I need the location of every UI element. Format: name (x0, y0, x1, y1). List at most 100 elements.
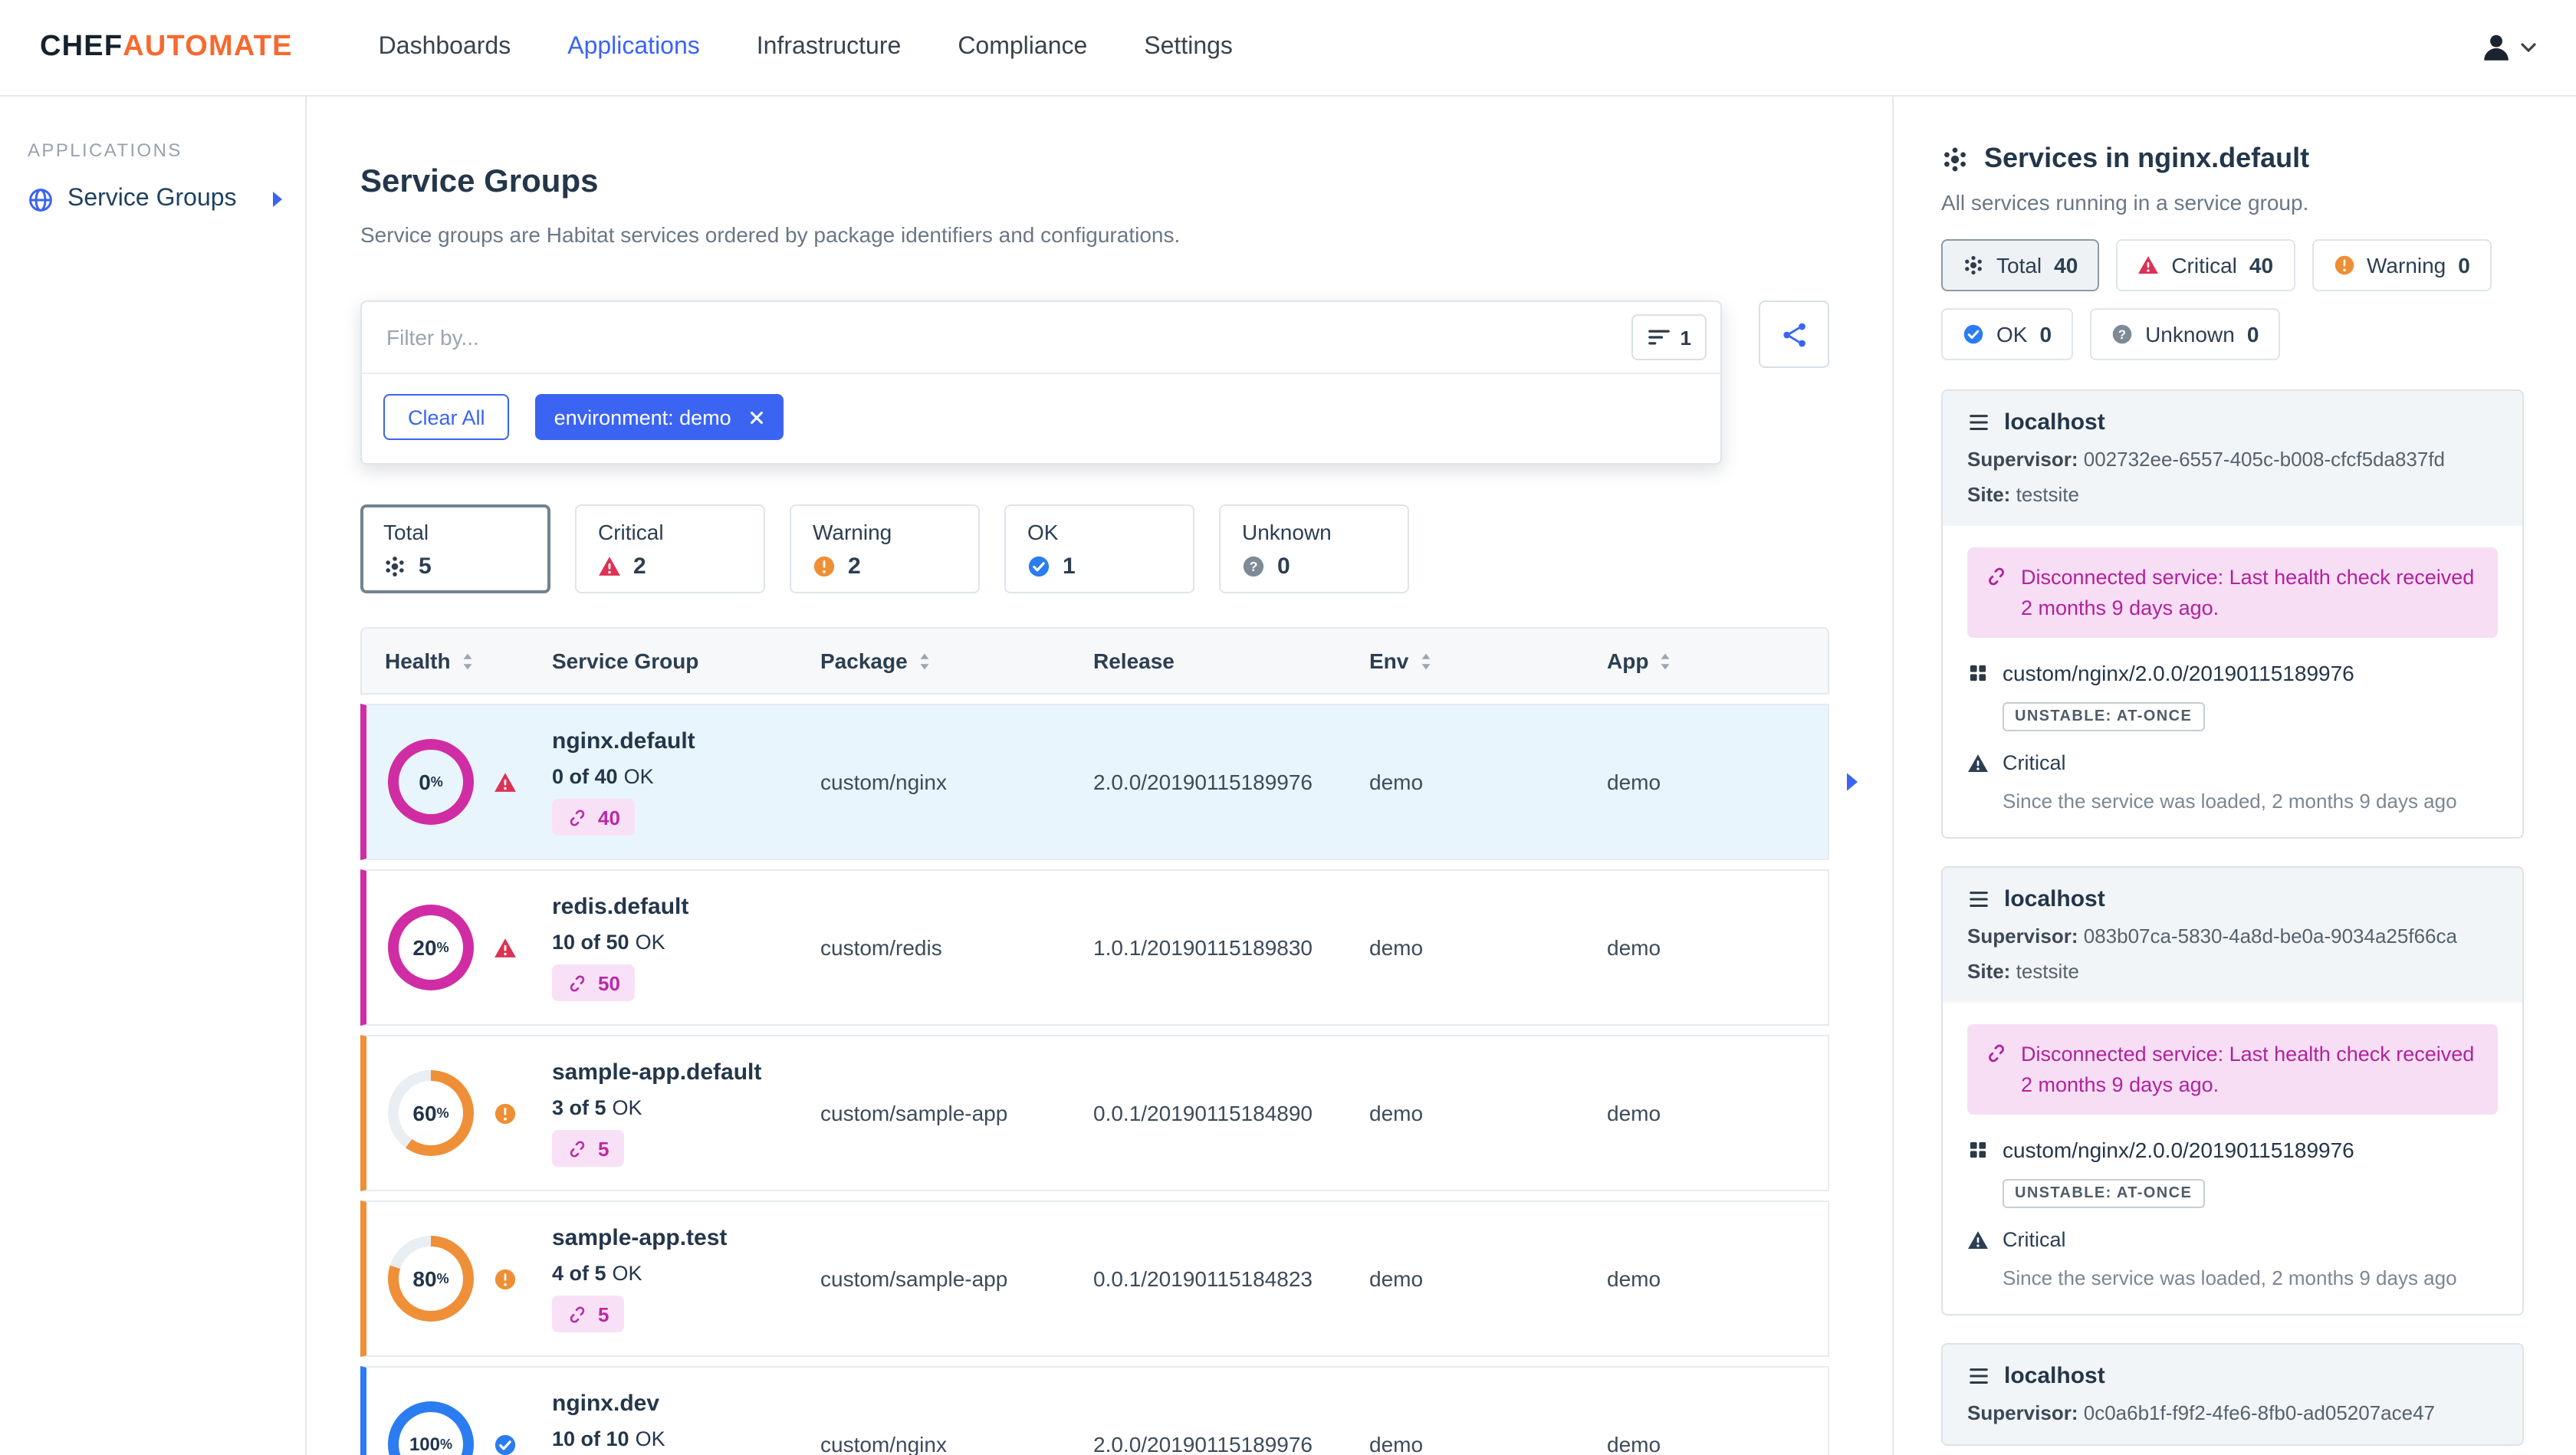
service-group-cell: redis.default 10 of 50 OK 50 (552, 894, 820, 1002)
status-card-label: Critical (598, 519, 664, 544)
health-cell: 20% (366, 905, 552, 991)
service-card: localhost Supervisor: 083b07ca-5830-4a8d… (1941, 866, 2524, 1316)
column-header: Service Group (552, 649, 820, 673)
service-status-pill[interactable]: Unknown 0 (2090, 308, 2281, 360)
health-percent: 20 (412, 935, 437, 961)
status-icon (1242, 554, 1265, 577)
logo-chef: CHEF (40, 31, 123, 63)
row-status-icon (494, 1102, 517, 1125)
ok-count: 10 of 50 OK (552, 931, 665, 954)
status-icon (383, 554, 406, 577)
status-icon (2111, 324, 2133, 345)
package-ident: custom/nginx/2.0.0/20190115189976 (2003, 661, 2354, 686)
clear-all-button[interactable]: Clear All (383, 394, 510, 441)
service-status-pill[interactable]: Critical 40 (2116, 239, 2295, 291)
ok-count: 4 of 5 OK (552, 1262, 642, 1286)
service-status-pill[interactable]: OK 0 (1941, 308, 2074, 360)
panel-title: Services in nginx.default (1941, 143, 2524, 175)
status-filter-cards: Total 5 Critical 2 Warning 2 OK 1 Unknow… (360, 504, 1892, 594)
health-cell: 0% (366, 739, 552, 826)
pill-count: 0 (2246, 322, 2259, 347)
service-group-row[interactable]: 0% nginx.default 0 of 40 OK 40 custom/ngi… (360, 704, 1829, 861)
broken-link-icon (1986, 566, 2007, 587)
share-button[interactable] (1759, 301, 1829, 369)
services-panel: Services in nginx.default All services r… (1894, 97, 2576, 1455)
sort-icon[interactable] (462, 651, 474, 671)
filter-chips: environment: demo (510, 394, 784, 441)
service-group-cell: sample-app.default 3 of 5 OK 5 (552, 1059, 820, 1168)
service-status-row: Critical (1967, 1229, 2498, 1252)
service-status-pill[interactable]: Total 40 (1941, 239, 2100, 291)
column-header-label: Service Group (552, 649, 699, 674)
nav-item[interactable]: Applications (567, 34, 700, 61)
filter-input-row: 1 (362, 302, 1720, 375)
logo-automate: AUTOMATE (123, 31, 293, 63)
service-card: localhost Supervisor: 0c0a6b1f-f9f2-4fe6… (1941, 1343, 2524, 1447)
filter-chips-row: Clear All environment: demo (362, 374, 1720, 463)
sort-icon[interactable] (1419, 651, 1431, 671)
table-header: Health Service Group Package Release Env… (360, 627, 1829, 695)
sort-icon[interactable] (918, 651, 931, 671)
nav-item[interactable]: Compliance (958, 34, 1087, 61)
health-cell: 60% (366, 1070, 552, 1157)
row-open-caret-icon[interactable] (1845, 771, 1860, 793)
host-list-icon (1967, 411, 1990, 434)
service-status-pill[interactable]: Warning 0 (2312, 239, 2492, 291)
status-filter-card[interactable]: Total 5 (360, 504, 550, 594)
app-root: CHEF AUTOMATE Dashboards Applications Infra… (0, 0, 2576, 1455)
status-icon (1963, 255, 1984, 276)
status-filter-card[interactable]: Warning 2 (790, 504, 980, 594)
service-group-row[interactable]: 80% sample-app.test 4 of 5 OK 5 custom/sa… (360, 1200, 1829, 1358)
env-cell: demo (1369, 770, 1424, 795)
update-strategy-badge: UNSTABLE: AT-ONCE (2003, 702, 2205, 732)
column-header[interactable]: App (1607, 649, 1828, 673)
nav-item[interactable]: Settings (1144, 34, 1233, 61)
remove-chip-icon[interactable] (748, 409, 765, 425)
env-cell: demo (1369, 1266, 1424, 1292)
service-group-row[interactable]: 60% sample-app.default 3 of 5 OK 5 custom… (360, 1035, 1829, 1192)
status-filter-card[interactable]: Unknown 0 (1219, 504, 1409, 594)
pill-label: OK (1996, 322, 2028, 347)
filter-input[interactable] (383, 324, 1631, 352)
service-group-row[interactable]: 20% redis.default 10 of 50 OK 50 custom/r… (360, 869, 1829, 1026)
applied-filters-button[interactable]: 1 (1631, 314, 1707, 361)
caret-right-icon (271, 190, 284, 209)
column-header-label: Env (1369, 649, 1409, 674)
column-header[interactable]: Env (1369, 649, 1607, 673)
nav-item[interactable]: Dashboards (379, 34, 511, 61)
health-percent: 60 (412, 1101, 437, 1126)
status-icon (1027, 554, 1050, 577)
site-name: testsite (2016, 960, 2079, 984)
sidebar-item-service-groups[interactable]: Service Groups (28, 186, 305, 213)
service-since: Since the service was loaded, 2 months 9… (2003, 790, 2457, 813)
applied-filters-count: 1 (1680, 326, 1691, 350)
main-nav: Dashboards Applications Infrastructure Comp… (379, 34, 1233, 61)
nav-item[interactable]: Infrastructure (757, 34, 902, 61)
status-filter-card[interactable]: Critical 2 (575, 504, 765, 594)
pill-label: Critical (2171, 253, 2237, 278)
health-percent: 80 (412, 1266, 437, 1292)
host-list-icon (1967, 888, 1990, 911)
column-header[interactable]: Package (820, 649, 1093, 673)
share-icon (1779, 320, 1809, 349)
row-status-icon (494, 936, 517, 959)
sort-icon[interactable] (1659, 651, 1671, 671)
user-menu[interactable] (2479, 31, 2536, 64)
service-group-row[interactable]: 100% nginx.dev 10 of 10OK 10 custom/ngin… (360, 1366, 1829, 1455)
column-header[interactable]: Health (362, 649, 552, 673)
pill-label: Total (1996, 253, 2042, 278)
status-filter-card[interactable]: OK 1 (1004, 504, 1194, 594)
package-cell: custom/sample-app (820, 1101, 1008, 1126)
column-header: Release (1093, 649, 1369, 673)
critical-icon (1967, 1230, 1989, 1251)
row-status-icon (494, 1267, 517, 1290)
status-card-label: OK (1027, 519, 1059, 544)
site-line: Site: testsite (1967, 960, 2079, 984)
update-strategy-badge: UNSTABLE: AT-ONCE (2003, 1179, 2205, 1209)
filter-chip[interactable]: environment: demo (535, 394, 784, 441)
env-cell: demo (1369, 1432, 1424, 1455)
pill-count: 0 (2039, 322, 2052, 347)
release-cell: 2.0.0/20190115189976 (1093, 1432, 1313, 1455)
chef-automate-logo[interactable]: CHEF AUTOMATE (40, 31, 293, 64)
top-nav: CHEF AUTOMATE Dashboards Applications Infra… (0, 0, 2576, 97)
